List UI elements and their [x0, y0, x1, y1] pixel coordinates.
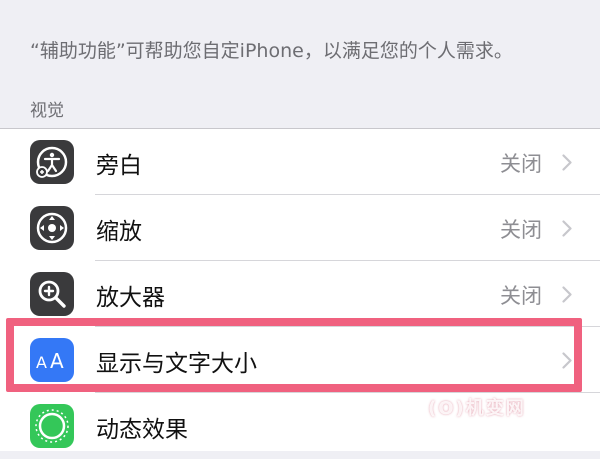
row-magnifier[interactable]: 放大器 关闭 — [0, 261, 600, 327]
row-label: 缩放 — [96, 219, 142, 245]
row-value: 关闭 — [500, 284, 542, 308]
chevron-right-icon — [562, 154, 572, 171]
svg-text:A: A — [36, 353, 47, 372]
accessibility-vision-list: 旁白 关闭 缩放 关闭 放大器 关闭 A A 显示与文字大小 动态效果 — [0, 128, 600, 451]
chevron-right-icon — [562, 286, 572, 303]
row-label: 动态效果 — [96, 417, 188, 443]
row-zoom[interactable]: 缩放 关闭 — [0, 195, 600, 261]
row-value: 关闭 — [500, 218, 542, 242]
row-motion[interactable]: 动态效果 — [0, 393, 600, 459]
row-label: 显示与文字大小 — [96, 351, 257, 377]
row-label: 旁白 — [96, 153, 142, 179]
row-label: 放大器 — [96, 285, 165, 311]
row-value: 关闭 — [500, 152, 542, 176]
motion-icon — [30, 404, 74, 448]
text-size-icon: A A — [30, 338, 74, 382]
chevron-right-icon — [562, 220, 572, 237]
section-header-vision: 视觉 — [30, 101, 64, 121]
voiceover-icon — [30, 140, 74, 184]
row-display-text-size[interactable]: A A 显示与文字大小 — [0, 327, 600, 393]
accessibility-description: “辅助功能”可帮助您自定iPhone，以满足您的个人需求。 — [30, 40, 513, 62]
zoom-icon — [30, 206, 74, 250]
chevron-right-icon — [562, 352, 572, 369]
svg-text:A: A — [50, 349, 64, 373]
row-voiceover[interactable]: 旁白 关闭 — [0, 129, 600, 195]
magnifier-icon — [30, 272, 74, 316]
